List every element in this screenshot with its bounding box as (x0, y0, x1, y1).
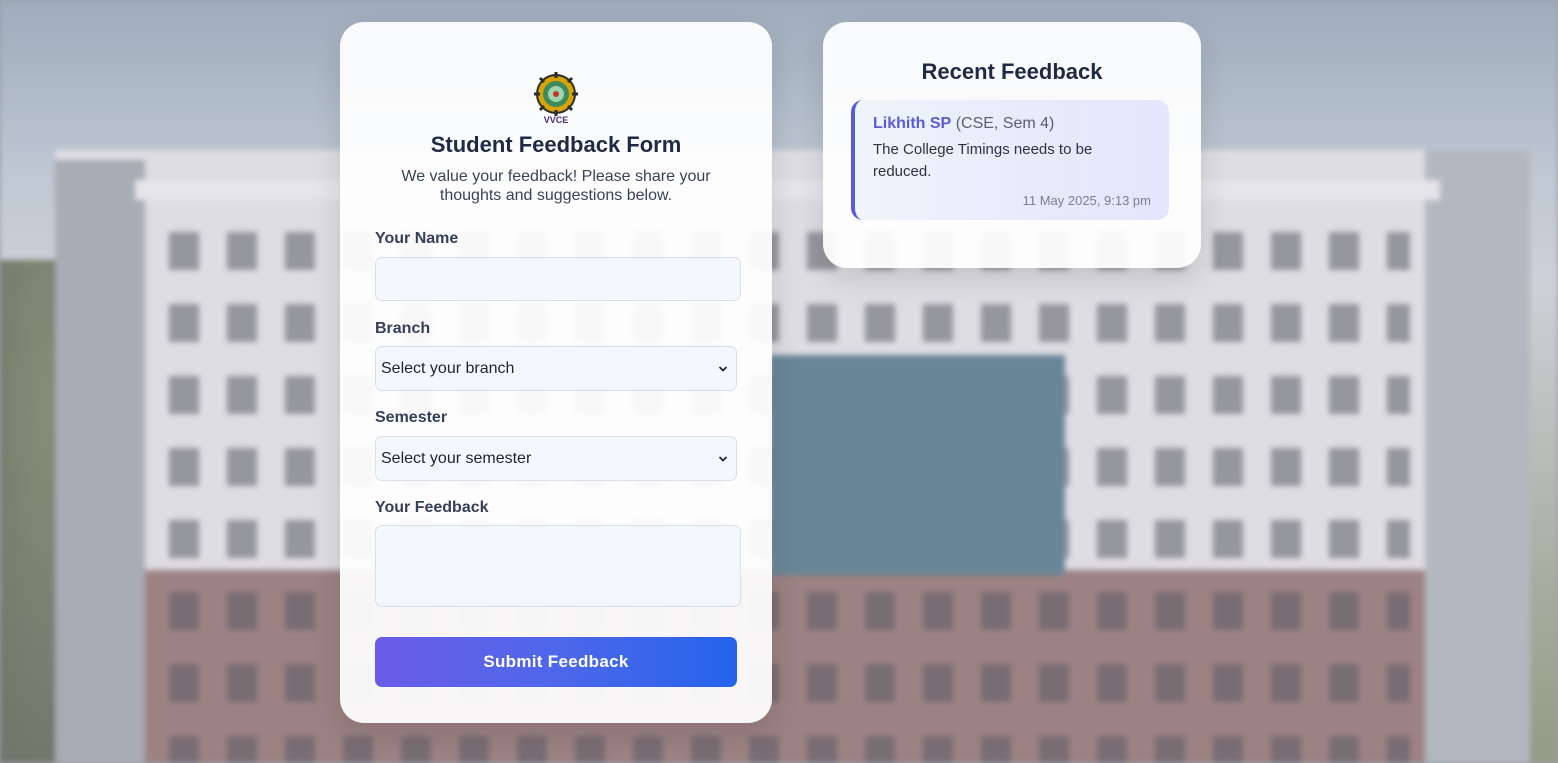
name-label: Your Name (375, 230, 459, 247)
chevron-down-icon (718, 365, 728, 372)
chevron-down-icon (718, 455, 728, 462)
feedback-meta: (CSE, Sem 4) (955, 115, 1055, 132)
feedback-timestamp: 11 May 2025, 9:13 pm (1022, 193, 1151, 208)
feedback-author: Likhith SP (873, 115, 952, 132)
branch-select[interactable]: Select your branch (375, 346, 737, 391)
recent-feedback-card: Recent Feedback Likhith SP (CSE, Sem 4) … (823, 22, 1201, 268)
recent-feedback-title: Recent Feedback (921, 59, 1103, 84)
submit-feedback-button[interactable]: Submit Feedback (375, 637, 737, 687)
feedback-label: Your Feedback (375, 499, 489, 516)
semester-select[interactable]: Select your semester (375, 436, 737, 481)
name-input[interactable] (375, 257, 741, 301)
branch-label: Branch (375, 320, 431, 337)
feedback-item: Likhith SP (CSE, Sem 4) The College Timi… (851, 100, 1169, 220)
form-subtitle: We value your feedback! Please share you… (401, 168, 711, 204)
branch-select-value: Select your branch (381, 359, 515, 377)
college-logo: VVCE (534, 72, 578, 128)
semester-select-value: Select your semester (381, 449, 532, 467)
feedback-text: The College Timings needs to be reduced. (873, 141, 1093, 180)
feedback-form-card: VVCE Student Feedback Form We value your… (340, 22, 772, 723)
feedback-textarea[interactable] (375, 525, 741, 607)
semester-label: Semester (375, 409, 448, 426)
form-title: Student Feedback Form (430, 132, 682, 157)
